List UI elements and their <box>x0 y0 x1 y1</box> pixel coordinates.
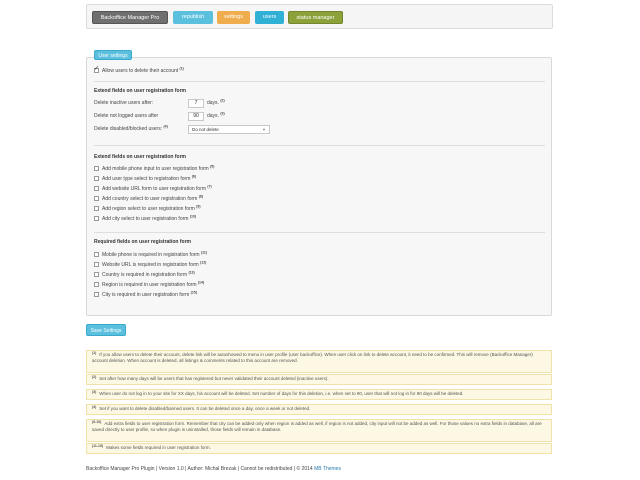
top-nav-bar: Backoffice Manager Pro republish setting… <box>86 4 553 29</box>
divider <box>94 81 545 82</box>
extend-field-row[interactable]: Add city select to user registration for… <box>94 215 196 223</box>
ref-marker: (1) <box>179 66 184 71</box>
extend-field-row[interactable]: Add website URL form to user registratio… <box>94 185 212 193</box>
not-logged-users-label: Delete not logged users after <box>94 113 159 119</box>
require-country-checkbox[interactable] <box>94 272 99 277</box>
nav-republish-button[interactable]: republish <box>173 11 213 24</box>
divider <box>94 232 545 233</box>
nav-users-button[interactable]: users <box>255 11 284 24</box>
nav-backoffice-manager-button[interactable]: Backoffice Manager Pro <box>92 11 168 24</box>
not-logged-users-row: Delete not logged users after <box>94 113 158 120</box>
footer-text: Backoffice Manager Pro Plugin | Version … <box>86 466 313 472</box>
nav-status-manager-button[interactable]: status manager <box>288 11 343 24</box>
help-note: (5-10) Add extra fields to user registrat… <box>86 419 552 442</box>
required-field-row[interactable]: Region is required in user registration … <box>94 281 204 289</box>
require-mobile-phone-checkbox[interactable] <box>94 252 99 257</box>
nav-settings-button[interactable]: settings <box>217 11 250 24</box>
inactive-users-row: Delete inactive users after: <box>94 100 153 107</box>
required-section-title: Required fields on user registration for… <box>94 239 191 245</box>
required-field-row[interactable]: Mobile phone is required in registration… <box>94 251 207 259</box>
disabled-users-label: Delete disabled/blocked users: <box>94 126 163 132</box>
add-website-url-checkbox[interactable] <box>94 186 99 191</box>
extend-field-row[interactable]: Add mobile phone input to user registrat… <box>94 165 214 173</box>
required-field-row[interactable]: Country is required in registration form… <box>94 271 195 279</box>
not-logged-days-input[interactable]: 90 <box>188 112 204 121</box>
disabled-users-select-value: Do not delete <box>192 127 219 132</box>
allow-delete-row[interactable]: Allow users to delete their account (1) <box>94 66 184 75</box>
help-note: (4) Set if you want to delete disabled/ba… <box>86 404 552 415</box>
require-city-checkbox[interactable] <box>94 292 99 297</box>
add-region-checkbox[interactable] <box>94 206 99 211</box>
require-region-checkbox[interactable] <box>94 282 99 287</box>
allow-delete-label: Allow users to delete their account <box>102 68 179 74</box>
footer-mb-themes-link[interactable]: MB Themes <box>314 466 341 472</box>
help-note: (3) When user do not log in to your site … <box>86 389 552 400</box>
extend-section-title: Extend fields on user registration form <box>94 88 186 94</box>
footer: Backoffice Manager Pro Plugin | Version … <box>86 466 341 472</box>
require-website-url-checkbox[interactable] <box>94 262 99 267</box>
add-user-type-checkbox[interactable] <box>94 176 99 181</box>
help-note: (11-15) Makes some fields required in use… <box>86 443 552 454</box>
extend-field-row[interactable]: Add country select to user registration … <box>94 195 203 203</box>
user-settings-tab[interactable]: User settings <box>94 50 132 60</box>
disabled-users-row: Delete disabled/blocked users: (4) <box>94 124 168 132</box>
required-field-row[interactable]: Website URL is required in registration … <box>94 261 206 269</box>
help-note: (2) Set after how many days will be users… <box>86 374 552 385</box>
disabled-users-select[interactable]: Do not delete ▼ <box>188 125 270 134</box>
extend-field-row[interactable]: Add user type select to registration for… <box>94 175 196 183</box>
allow-delete-checkbox[interactable] <box>94 66 99 73</box>
add-mobile-phone-checkbox[interactable] <box>94 166 99 171</box>
help-note: (1) If you allow users to delete their ac… <box>86 350 552 373</box>
add-country-checkbox[interactable] <box>94 196 99 201</box>
extend-fields-section-title: Extend fields on user registration form <box>94 154 186 160</box>
add-city-checkbox[interactable] <box>94 216 99 221</box>
inactive-days-unit: days. (2) <box>207 98 225 106</box>
inactive-days-input[interactable]: 7 <box>188 99 204 108</box>
extend-field-row[interactable]: Add region select to user registration f… <box>94 205 201 213</box>
inactive-users-label: Delete inactive users after: <box>94 100 154 106</box>
save-settings-button[interactable]: Save Settings <box>86 324 126 336</box>
chevron-down-icon: ▼ <box>262 127 266 132</box>
divider <box>94 145 545 146</box>
not-logged-days-unit: days. (3) <box>207 111 225 119</box>
required-field-row[interactable]: City is required in user registration fo… <box>94 291 197 299</box>
